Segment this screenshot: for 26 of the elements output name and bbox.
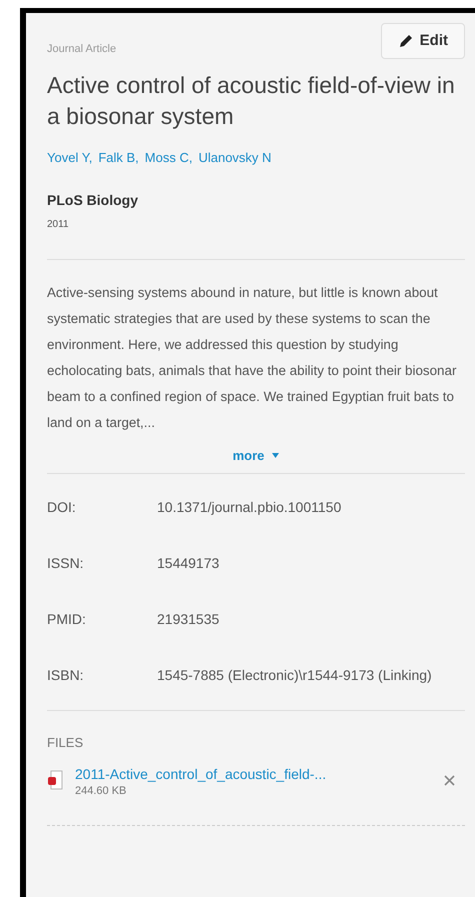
close-icon[interactable]: [444, 774, 455, 786]
author-link[interactable]: Moss C,: [144, 148, 192, 168]
pencil-icon: [398, 33, 414, 49]
field-value: 1545-7885 (Electronic)\r1544-9173 (Linking): [157, 666, 433, 685]
field-value: 10.1371/journal.pbio.1001150: [157, 498, 342, 517]
type-label: Journal Article: [47, 42, 116, 57]
field-label: ISBN:: [47, 666, 85, 685]
author-link[interactable]: Falk B,: [98, 148, 139, 168]
field-label: DOI:: [47, 498, 77, 517]
section-heading: FILES: [47, 734, 84, 752]
author-link[interactable]: Ulanovsky N: [198, 148, 272, 168]
field-value: 15449173: [157, 554, 220, 573]
journal-name: PLoS Biology: [47, 190, 139, 210]
article-title: Active control of acoustic field-of-view in a biosonar system: [47, 71, 456, 131]
file-link[interactable]: 2011-Active_control_of_acoustic_field-...: [75, 764, 444, 782]
edit-button[interactable]: Edit: [380, 23, 465, 59]
caret-icon: [272, 452, 280, 458]
pdf-file-icon: [47, 770, 63, 790]
file-size: 244.60 KB: [75, 784, 128, 798]
abstract-text: Active-sensing systems abound in nature, but little is known about systematic strategies that are used by these systems to scan the environment. Here, we addressed this question by studying echolocating bats, animals that have the ability to point their biosonar beam to a confined region of space. We trained Egyptian fruit bats to land on a target,...: [47, 284, 458, 432]
author-link[interactable]: Yovel Y,: [47, 148, 92, 168]
field-value: 21931535: [157, 610, 220, 629]
field-label: PMID:: [47, 610, 87, 629]
field-label: ISSN:: [47, 554, 85, 573]
more-link[interactable]: more: [232, 446, 280, 465]
publication-year: 2011: [47, 218, 70, 232]
